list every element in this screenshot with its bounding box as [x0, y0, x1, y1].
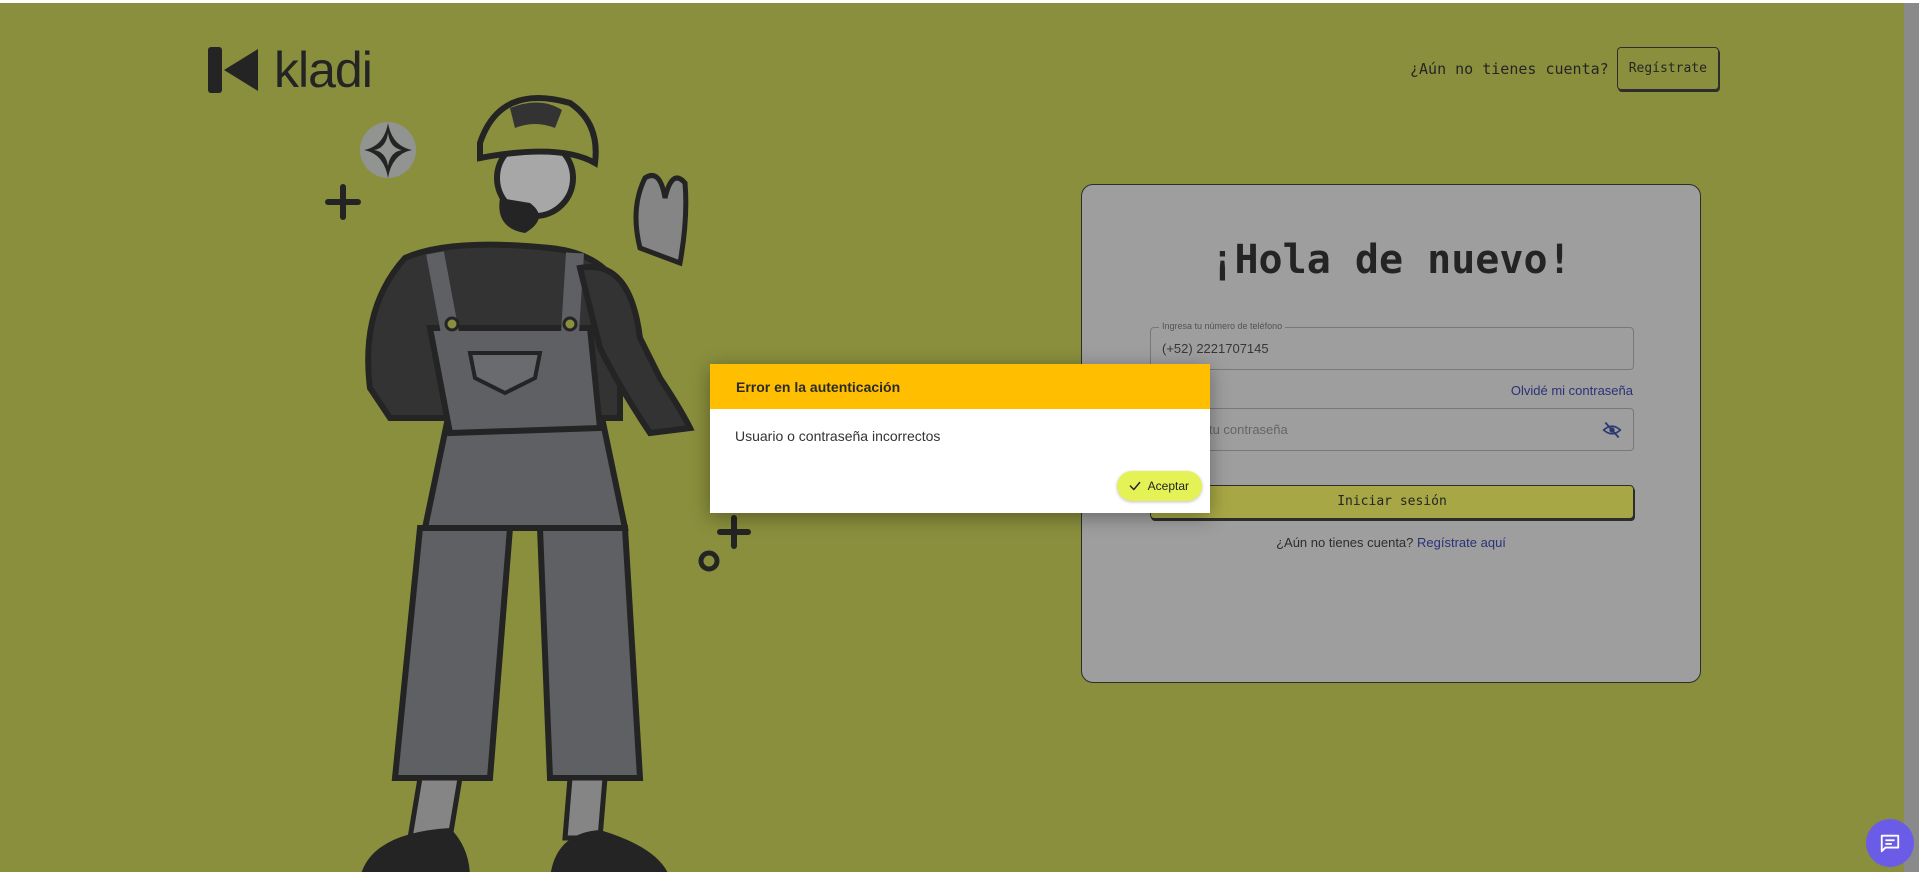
phone-field[interactable]: Ingresa tu número de teléfono (+52) 2221…	[1150, 321, 1634, 370]
accept-button-label: Aceptar	[1147, 479, 1189, 493]
check-icon	[1129, 481, 1141, 491]
signup-prompt: ¿Aún no tienes cuenta? Regístrate aquí	[1082, 535, 1700, 550]
header-register: ¿Aún no tienes cuenta? Regístrate	[1410, 47, 1719, 90]
signup-question: ¿Aún no tienes cuenta?	[1276, 535, 1414, 550]
header-question: ¿Aún no tienes cuenta?	[1410, 59, 1609, 78]
chat-button[interactable]	[1866, 819, 1914, 867]
sparkle-icon	[360, 122, 416, 178]
accept-button[interactable]: Aceptar	[1116, 471, 1202, 501]
worker-illustration	[325, 95, 751, 872]
forgot-password-link[interactable]: Olvidé mi contraseña	[1511, 383, 1633, 398]
phone-field-value: (+52) 2221707145	[1162, 341, 1269, 356]
dialog-title: Error en la autenticación	[710, 364, 1210, 409]
eye-off-icon[interactable]	[1601, 420, 1623, 440]
kladi-logo-icon	[208, 47, 258, 93]
brand-logo[interactable]: kladi	[208, 42, 373, 98]
brand-name: kladi	[274, 42, 373, 98]
phone-field-label: Ingresa tu número de teléfono	[1159, 321, 1286, 331]
signup-link[interactable]: Regístrate aquí	[1417, 535, 1506, 550]
register-button[interactable]: Regístrate	[1616, 47, 1719, 90]
vertical-scrollbar[interactable]	[1904, 3, 1919, 872]
password-field[interactable]: Ingresa tu contraseña	[1150, 408, 1634, 451]
chat-icon	[1880, 834, 1900, 853]
login-button[interactable]: Iniciar sesión	[1150, 485, 1634, 519]
dialog-message: Usuario o contraseña incorrectos	[735, 428, 941, 444]
error-dialog: Error en la autenticación Usuario o cont…	[710, 364, 1210, 513]
login-title: ¡Hola de nuevo!	[1210, 237, 1572, 283]
